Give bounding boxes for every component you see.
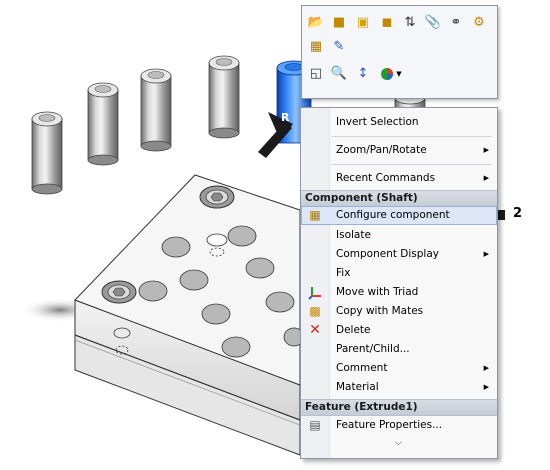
appearance-icon[interactable] <box>378 65 396 83</box>
menu-item-zoom-pan-rotate[interactable]: Zoom/Pan/Rotate ▶ <box>301 141 497 160</box>
menu-item-configure-component[interactable]: ▦ Configure component <box>301 206 497 225</box>
zoom-icon[interactable]: 🔍 <box>330 65 348 83</box>
shaft-2[interactable] <box>87 82 119 166</box>
properties-icon[interactable]: ⚙ <box>470 14 488 32</box>
configure-icon[interactable]: ▦ <box>307 38 325 56</box>
menu-separator <box>331 136 491 137</box>
menu-separator <box>331 164 491 165</box>
menu-item-parent-child[interactable]: Parent/Child... <box>301 340 497 359</box>
menu-item-isolate[interactable]: Isolate <box>301 226 497 245</box>
menu-item-label: Material <box>336 381 379 393</box>
menu-item-label: Move with Triad <box>336 286 419 298</box>
paperclip-icon[interactable]: 📎 <box>424 14 442 32</box>
context-menu: Invert Selection Zoom/Pan/Rotate ▶ Recen… <box>300 107 498 459</box>
menu-item-copy-with-mates[interactable]: ▩ Copy with Mates <box>301 302 497 321</box>
screw-head-left[interactable] <box>101 280 137 304</box>
menu-item-label: Recent Commands <box>336 172 436 184</box>
menu-item-label: Component Display <box>336 248 440 260</box>
expand-menu-chevron-icon[interactable]: ⌵ <box>395 438 402 448</box>
menu-item-move-with-triad[interactable]: Move with Triad <box>301 283 497 302</box>
menu-item-label: Parent/Child... <box>336 343 410 355</box>
shaft-4[interactable] <box>208 55 240 139</box>
cube-search-icon[interactable]: ◼ <box>378 14 396 32</box>
shaft-3[interactable] <box>140 68 172 152</box>
callout-step-number: 2 <box>513 206 523 221</box>
menu-item-label: Zoom/Pan/Rotate <box>336 144 427 156</box>
submenu-arrow-icon: ▶ <box>483 364 489 372</box>
feature-section-header: Feature (Extrude1) <box>301 399 497 416</box>
edit-sketch-icon[interactable]: ✎ <box>330 38 348 56</box>
menu-item-invert-selection[interactable]: Invert Selection <box>301 113 497 132</box>
component-icon[interactable]: ■ <box>330 14 348 32</box>
screw-head-top[interactable] <box>199 185 235 209</box>
selection-filter-icon[interactable]: ◱ <box>307 65 325 83</box>
submenu-arrow-icon: ▶ <box>483 146 489 154</box>
open-part-icon[interactable]: 📂 <box>307 14 325 32</box>
menu-item-label: Copy with Mates <box>336 305 424 317</box>
component-section-header: Component (Shaft) <box>301 190 497 207</box>
menu-item-delete[interactable]: ✕ Delete <box>301 321 497 340</box>
menu-item-material[interactable]: Material ▶ <box>301 378 497 397</box>
menu-item-label: Comment <box>336 362 388 374</box>
context-toolbar: 📂 ■ ▣ ◼ ⇅ 📎 ⚭ ⚙ ▦ ✎ ◱ 🔍 ↕ ▼ <box>301 5 498 99</box>
menu-item-label: Configure component <box>336 209 450 221</box>
properties-icon: ▤ <box>309 418 321 432</box>
base-plate[interactable] <box>74 174 305 456</box>
menu-item-comment[interactable]: Comment ▶ <box>301 359 497 378</box>
shaft-1[interactable] <box>31 111 63 195</box>
triad-icon <box>307 285 323 300</box>
submenu-arrow-icon: ▶ <box>483 383 489 391</box>
delete-icon: ✕ <box>309 322 321 338</box>
submenu-arrow-icon: ▶ <box>483 250 489 258</box>
menu-item-label: Feature Properties... <box>336 419 443 431</box>
configure-icon: ▦ <box>309 208 321 222</box>
assembly-icon[interactable]: ▣ <box>354 14 372 32</box>
menu-item-label: Invert Selection <box>336 116 419 128</box>
menu-item-feature-properties[interactable]: ▤ Feature Properties... <box>301 416 497 435</box>
sort-icon[interactable]: ⇅ <box>401 14 419 32</box>
menu-item-component-display[interactable]: Component Display ▶ <box>301 245 497 264</box>
appearance-dropdown-chevron-icon[interactable]: ▼ <box>395 65 403 83</box>
submenu-arrow-icon: ▶ <box>483 174 489 182</box>
copy-mates-icon: ▩ <box>309 304 321 318</box>
mate-icon[interactable]: ⚭ <box>447 14 465 32</box>
hidden-hole <box>206 233 228 247</box>
axis-normal-icon[interactable]: ↕ <box>354 65 372 83</box>
menu-item-recent-commands[interactable]: Recent Commands ▶ <box>301 169 497 188</box>
menu-item-fix[interactable]: Fix <box>301 264 497 283</box>
menu-item-label: Fix <box>336 267 351 279</box>
menu-item-label: Delete <box>336 324 371 336</box>
callout-label-r: R <box>281 111 290 124</box>
menu-item-label: Isolate <box>336 229 371 241</box>
